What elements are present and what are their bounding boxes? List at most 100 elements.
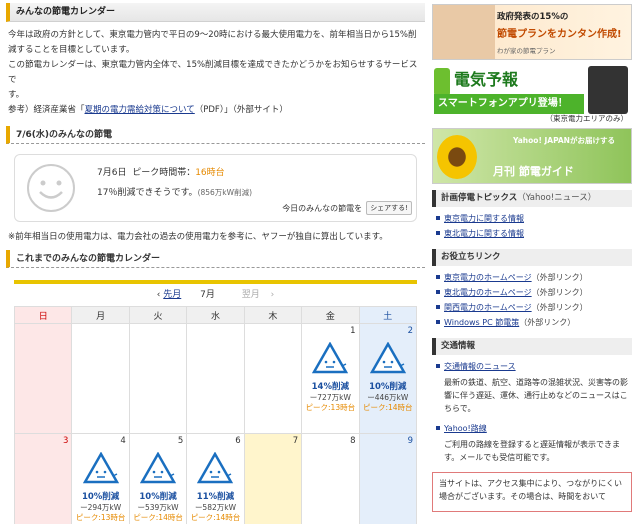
calendar-cell-day[interactable]: 1 14%削減 ー727万kW ピーク:13時台 [301, 323, 360, 434]
list-item: 交通情報のニュース [436, 359, 632, 374]
day-number: 5 [177, 436, 184, 446]
peak-value: 16時台 [195, 168, 225, 178]
calendar-cell-day[interactable]: 5 10%削減 ー539万kW ピーク:14時台 [128, 433, 188, 524]
day-number: 4 [120, 436, 126, 446]
share-button[interactable]: シェアする! [366, 201, 412, 215]
today-rate-text: 17％削減できそうです。 [97, 188, 198, 198]
day-entry: 10%削減 ー446万kW ピーク:14時台 [360, 341, 416, 413]
week-row: 1 14%削減 ー727万kW ピーク:13時台 2 10%削減 ー446万kW [13, 323, 418, 434]
current-month: 7月 [200, 290, 215, 300]
weekday-tue: 火 [128, 306, 188, 324]
plug-triangle-icon [197, 451, 234, 484]
traffic-heading: 交通情報 [432, 338, 632, 355]
calendar-cell-day[interactable]: 6 11%削減 ー582万kW ピーク:14時台 [186, 433, 245, 524]
weekday-row: 日 月 火 水 木 金 土 [13, 306, 418, 324]
today-heading: 7/6(水)のみんなの節電 [6, 126, 425, 144]
useful-link[interactable]: Windows PC 節電策 [444, 318, 519, 327]
calendar-cell-empty [243, 323, 303, 434]
useful-links-list: 東京電力のホームページ（外部リンク） 東北電力のホームページ（外部リンク） 関西… [432, 266, 632, 332]
blackout-link[interactable]: 東京電力に関する情報 [444, 214, 524, 223]
route-list: Yahoo!路線 [432, 417, 632, 438]
blackout-heading: 計画停電トピックス（Yahoo!ニュース） [432, 190, 632, 207]
day-entry: 10%削減 ー294万kW ピーク:13時台 [72, 451, 128, 523]
today-rate: 17％削減できそうです。(856万kW削減) [97, 185, 252, 198]
weekday-fri: 金 [301, 306, 360, 324]
peak-time: ピーク:13時台 [305, 403, 356, 412]
reduction-kw: ー539万kW [137, 503, 179, 512]
forecast-app-banner[interactable]: 電気予報 スマートフォンアプリ登場！ （東京電力エリアのみ） [432, 64, 632, 124]
day-entry: 14%削減 ー727万kW ピーク:13時台 [302, 341, 358, 413]
day-number: 3 [63, 436, 69, 446]
banner-line: わが家の節電プラン [497, 47, 556, 55]
peak-time: ピーク:14時台 [190, 513, 241, 522]
calendar-cell-empty [186, 323, 245, 434]
traffic-news-text: 最新の鉄道、航空、道路等の混雑状況、災害等の影響に伴う遅延、運休、通行止めなどの… [444, 378, 628, 413]
calculation-note: ※前年相当日の使用電力は、電力会社の過去の使用電力を参考に、ヤフーが独自に算出し… [8, 232, 388, 242]
peak-label: ピーク時間帯： [132, 168, 196, 178]
calendar-cell-day[interactable]: 9 [358, 433, 418, 524]
list-item: Windows PC 節電策（外部リンク） [436, 315, 632, 330]
weekday-sat: 土 [358, 306, 418, 324]
battery-icon [434, 68, 450, 96]
calendar-cell-day[interactable]: 8 [301, 433, 360, 524]
sidebar: 政府発表の15%の 節電プランをカンタン作成! わが家の節電プラン 電気予報 ス… [432, 4, 632, 512]
useful-link[interactable]: 東京電力のホームページ [444, 273, 532, 282]
prev-month-link[interactable]: 先月 [163, 290, 181, 300]
main-column: みんなの節電カレンダー 今年は政府の方針として、東京電力管内で平日の9〜20時に… [6, 3, 425, 524]
reduction-rate: 11%削減 [196, 492, 235, 502]
reference-prefix: 参考）経済産業省「 [8, 105, 85, 115]
calendar-cell-day[interactable]: 3 [13, 433, 73, 524]
peak-time: ピーク:13時台 [75, 513, 126, 522]
peak-time: ピーク:14時台 [133, 513, 183, 522]
calendar-cell-empty [128, 323, 188, 434]
calendar-cell-empty [71, 323, 130, 434]
reduction-kw: ー727万kW [309, 393, 351, 402]
day-number: 8 [350, 436, 356, 446]
calendar-cell-today[interactable]: 7 [243, 433, 303, 524]
banner-bar: スマートフォンアプリ登場！ [434, 94, 584, 114]
reference-suffix: （PDF）」（外部サイト） [194, 105, 288, 115]
family-photo [433, 5, 495, 59]
traffic-list: 交通情報のニュース [432, 355, 632, 376]
plug-triangle-icon [82, 451, 119, 484]
smiley-icon [27, 164, 75, 212]
today-date-value: 7月6日 [97, 168, 127, 178]
banner-line: 政府発表の15%の [497, 12, 569, 22]
calendar-cell-empty [13, 323, 73, 434]
day-entry: 11%削減 ー582万kW ピーク:14時台 [187, 451, 243, 523]
reduction-rate: 10%削減 [369, 382, 407, 392]
useful-link[interactable]: 関西電力のホームページ [444, 303, 532, 312]
route-link[interactable]: Yahoo!路線 [444, 424, 487, 433]
peak-time: ピーク:14時台 [362, 403, 413, 412]
saving-plan-banner[interactable]: 政府発表の15%の 節電プランをカンタン作成! わが家の節電プラン [432, 4, 632, 60]
blackout-heading-sub: （Yahoo!ニュース） [517, 193, 597, 203]
weekday-wed: 水 [186, 306, 245, 324]
week-row: 3 4 10%削減 ー294万kW ピーク:13時台 5 10%削減 ー539万… [13, 433, 418, 524]
today-summary-box: 7月6日 ピーク時間帯：16時台 17％削減できそうです。(856万kW削減) … [14, 154, 417, 222]
saving-guide-banner[interactable]: Yahoo! JAPANがお届けする 月刊 節電ガイド [432, 128, 632, 184]
intro-line: 今年は政府の方針として、東京電力管内で平日の9〜20時における最大使用電力を、前… [8, 30, 417, 40]
blackout-link[interactable]: 東北電力に関する情報 [444, 229, 524, 238]
route-text: ご利用の路線を登録すると遅延情報が表示できます。メールでも受信可能です。 [444, 440, 620, 462]
day-number: 9 [407, 436, 413, 446]
intro-line: この節電カレンダーは、東京電力管内全体で、15%削減目標を達成できたかどうかをお… [8, 60, 418, 85]
page-title: みんなの節電カレンダー [6, 3, 425, 22]
intro-text: 今年は政府の方針として、東京電力管内で平日の9〜20時における最大使用電力を、前… [6, 22, 425, 118]
reference-line: 参考）経済産業省「夏期の電力需給対策について（PDF）」（外部サイト） [8, 103, 423, 118]
banner-line: 節電プランをカンタン作成! [497, 29, 622, 40]
list-item: 東北電力のホームページ（外部リンク） [436, 285, 632, 300]
useful-links-heading: お役立ちリンク [432, 249, 632, 266]
reduction-rate: 10%削減 [139, 492, 177, 502]
today-rate-detail: (856万kW削減) [197, 188, 252, 197]
reduction-rate: 14%削減 [311, 382, 349, 392]
calendar-nav: ‹ 先月 7月 翌月 › [156, 290, 275, 300]
reference-link[interactable]: 夏期の電力需給対策について [85, 105, 195, 115]
calendar-cell-day[interactable]: 4 10%削減 ー294万kW ピーク:13時台 [71, 433, 130, 524]
day-entry: 10%削減 ー539万kW ピーク:14時台 [130, 451, 186, 523]
traffic-news-link[interactable]: 交通情報のニュース [444, 362, 516, 371]
reduction-kw: ー446万kW [367, 393, 409, 402]
list-item: 東京電力のホームページ（外部リンク） [436, 270, 632, 285]
useful-link[interactable]: 東北電力のホームページ [444, 288, 532, 297]
reduction-kw: ー582万kW [194, 503, 237, 512]
calendar-cell-day[interactable]: 2 10%削減 ー446万kW ピーク:14時台 [358, 323, 418, 434]
